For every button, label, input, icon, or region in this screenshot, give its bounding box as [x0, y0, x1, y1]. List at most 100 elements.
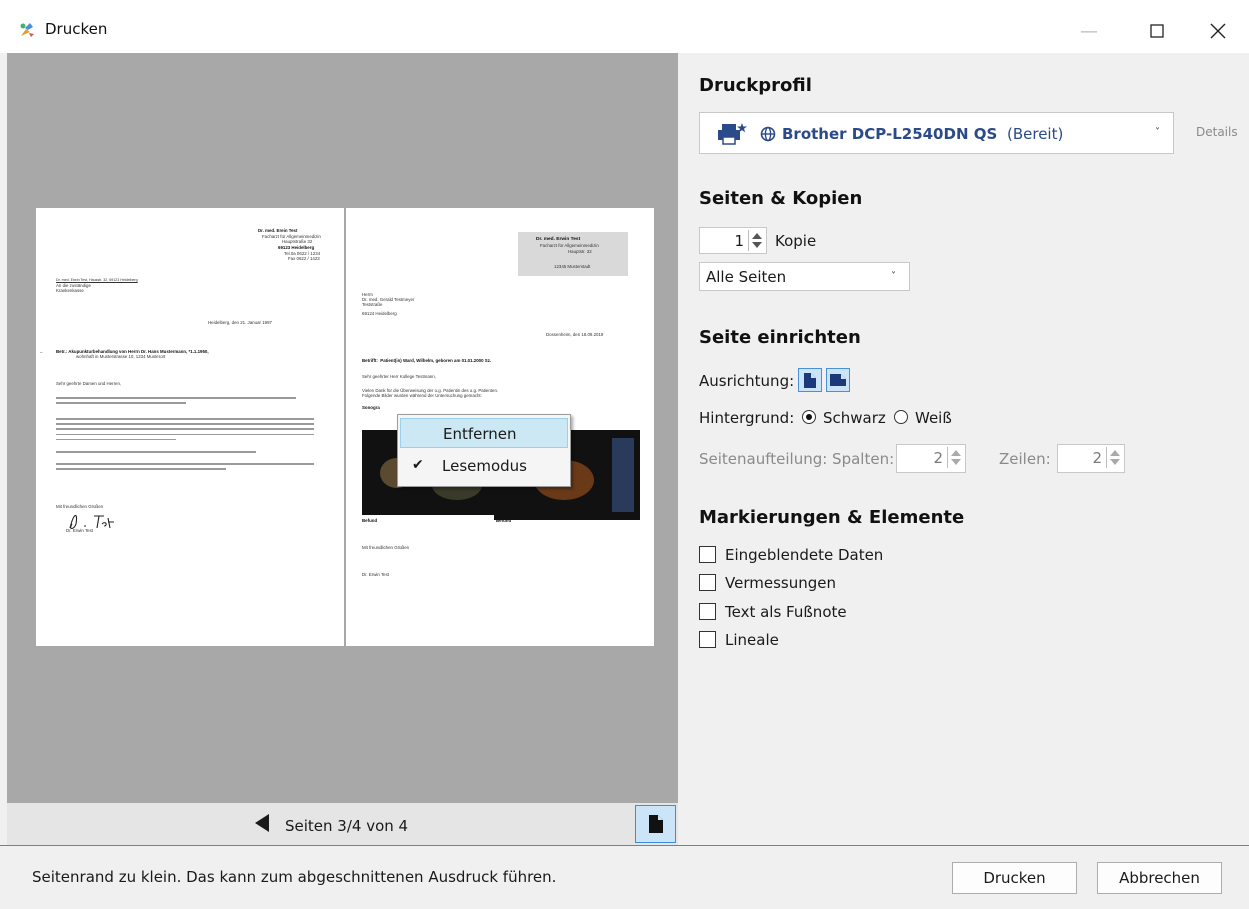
preview-navigation: Seiten 3/4 von 4 [7, 803, 678, 845]
letter-body [56, 397, 316, 407]
minimize-button[interactable]: — [1066, 10, 1112, 52]
section-heading-setup: Seite einrichten [699, 327, 861, 348]
window-title: Drucken [45, 20, 108, 38]
portrait-page-icon [804, 372, 816, 388]
background-label: Hintergrund: [699, 409, 795, 427]
settings-panel: Druckprofil Brother DCP-L2540DN QS (Bere… [678, 53, 1249, 845]
page-range-value: Alle Seiten [706, 268, 787, 286]
warning-message: Seitenrand zu klein. Das kann zum abgesc… [32, 868, 557, 886]
section-label: Sonogra [362, 405, 380, 410]
details-link[interactable]: Details [1196, 125, 1238, 139]
copies-value: 1 [734, 232, 744, 250]
letter-body [56, 451, 316, 456]
letterhead-line: Facharzt für Allgemeinmedizin [540, 243, 599, 248]
letter-signer: Dr. Erwin Test [66, 528, 94, 533]
background-white-radio[interactable] [894, 410, 908, 424]
menu-item-lesemodus[interactable]: ✔ Lesemodus [400, 451, 568, 481]
letterhead-line: 12345 Musterstadt [554, 264, 591, 269]
network-globe-icon [760, 126, 776, 142]
preview-page-1[interactable]: Dr. med. Erein Test Facharzt für Allgeme… [36, 208, 344, 646]
recipient-line: Krankenkasse [56, 288, 84, 293]
app-icon [20, 23, 34, 37]
letter-salutation: Sehr geehrter Herr Kollege Testmann, [362, 374, 436, 379]
rows-value: 2 [1092, 449, 1102, 467]
recipient-line: Teststraße [362, 302, 383, 307]
printer-select[interactable]: Brother DCP-L2540DN QS (Bereit) ˅ [699, 112, 1174, 154]
background-white-label[interactable]: Weiß [915, 409, 952, 427]
letter-signer: Dr. Erwin Test [362, 572, 390, 577]
printer-status: (Bereit) [1007, 125, 1064, 143]
section-heading-pages: Seiten & Kopien [699, 188, 863, 209]
columns-stepper[interactable]: 2 [896, 444, 966, 473]
section-heading-marks: Markierungen & Elemente [699, 507, 965, 528]
stepper-arrows-icon[interactable] [947, 447, 963, 468]
menu-item-label: Lesemodus [442, 457, 527, 475]
letterhead-line: Dr. med. Erwin Test [536, 237, 581, 242]
image-caption: Befund [496, 518, 512, 523]
letterhead-line: 69123 Heidelberg [278, 245, 315, 250]
letter-date: Dossenheim, den 18.09.2019 [546, 332, 604, 337]
close-button[interactable] [1195, 10, 1241, 52]
checkbox-overlay-data[interactable] [699, 546, 716, 563]
columns-value: 2 [933, 449, 943, 467]
letter-subject: Betrifft: Patient(in) Ward, Wilhelm, geb… [362, 358, 492, 363]
cancel-button[interactable]: Abbrechen [1097, 862, 1222, 894]
chevron-down-icon: ˅ [891, 271, 896, 282]
page-info: Seiten 3/4 von 4 [285, 817, 409, 835]
orientation-label: Ausrichtung: [699, 372, 795, 390]
printer-name: Brother DCP-L2540DN QS [782, 125, 998, 143]
letterhead-line: Hauptstr. 32 [568, 249, 592, 254]
letter-closing: Mit freundlichen Grüßen [362, 545, 410, 550]
checkbox-label[interactable]: Lineale [725, 631, 779, 649]
letter-salutation: Sehr geehrte Damen und Herren, [56, 381, 122, 386]
copies-label: Kopie [775, 232, 817, 250]
checkbox-label[interactable]: Eingeblendete Daten [725, 546, 883, 564]
page-split-label: Seitenaufteilung: Spalten: [699, 450, 895, 468]
letter-closing: Mit freundlichen Grüßen [56, 504, 104, 509]
maximize-button[interactable] [1134, 10, 1180, 52]
checkbox-rulers[interactable] [699, 631, 716, 648]
rows-label: Zeilen: [999, 450, 1051, 468]
stepper-arrows-icon[interactable] [748, 230, 764, 251]
stepper-arrows-icon[interactable] [1106, 447, 1122, 468]
print-preview[interactable]: Dr. med. Erein Test Facharzt für Allgeme… [7, 53, 678, 803]
checkbox-measurements[interactable] [699, 574, 716, 591]
background-black-radio[interactable] [802, 410, 816, 424]
letter-body [56, 418, 316, 444]
minimize-icon: — [1080, 20, 1098, 42]
print-button[interactable]: Drucken [952, 862, 1077, 894]
checkbox-label[interactable]: Vermessungen [725, 574, 836, 592]
letterhead-line: Fax 0622 / 1423 [288, 256, 320, 261]
checkbox-label[interactable]: Text als Fußnote [725, 603, 847, 621]
background-black-label[interactable]: Schwarz [823, 409, 886, 427]
letterhead-line: Dr. med. Erein Test [258, 228, 298, 233]
section-heading-printer: Druckprofil [699, 75, 812, 96]
maximize-icon [1150, 24, 1164, 38]
landscape-button[interactable] [826, 368, 850, 392]
printer-icon [718, 123, 747, 145]
print-dialog: Drucken — Dr. med. Erein Test Facharzt f… [0, 0, 1249, 909]
title-bar: Drucken — [0, 0, 1249, 53]
page-icon [648, 815, 663, 833]
letter-body: Folgende Bilder wurden während der Unter… [362, 393, 482, 398]
close-icon [1210, 23, 1226, 39]
portrait-button[interactable] [798, 368, 822, 392]
checkmark-icon: ✔ [412, 457, 424, 473]
copies-stepper[interactable]: 1 [699, 227, 767, 254]
page-view-button[interactable] [635, 805, 676, 843]
landscape-page-icon [830, 374, 846, 386]
menu-item-entfernen[interactable]: Entfernen [400, 418, 568, 448]
menu-item-label: Entfernen [443, 425, 517, 443]
context-menu: Entfernen ✔ Lesemodus [397, 414, 571, 487]
recipient-line: 69124 Heidelberg [362, 311, 397, 316]
page-range-select[interactable]: Alle Seiten ˅ [699, 262, 910, 291]
checkbox-text-footnote[interactable] [699, 603, 716, 620]
letterhead-line: Hauptstraße 32 [282, 239, 313, 244]
letter-subject: wohnhaft in Musterstrasse 10, 1234 Muste… [76, 354, 166, 359]
previous-page-icon[interactable] [255, 814, 269, 832]
letter-date: Heidelberg, den 21. Januar 1997 [208, 320, 272, 325]
chevron-down-icon: ˅ [1155, 127, 1160, 138]
image-caption: Befund [362, 518, 378, 523]
rows-stepper[interactable]: 2 [1057, 444, 1125, 473]
letter-body [56, 463, 316, 473]
